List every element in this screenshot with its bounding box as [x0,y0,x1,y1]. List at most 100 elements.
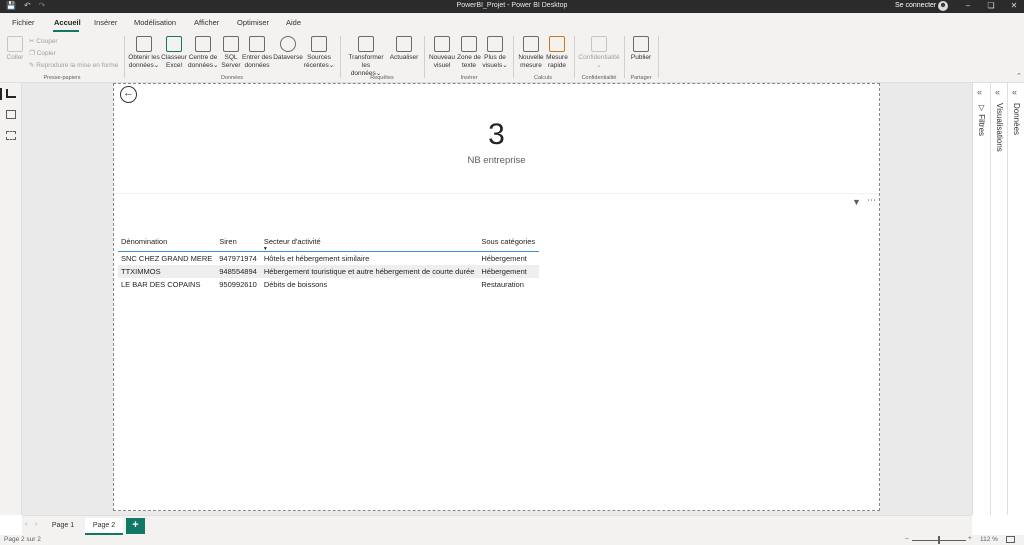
recent-sources-button[interactable]: Sources récentes⌄ [303,36,335,70]
page-tab-2[interactable]: Page 2 [85,518,123,535]
dataverse-icon [280,36,296,52]
back-button[interactable]: ← [120,86,137,103]
table-cell: TTXIMMOS [118,265,217,278]
table-cell: SNC CHEZ GRAND MERE [121,254,213,263]
quick-measure-icon [549,36,565,52]
format-painter-button[interactable]: ✎ Reproduire la mise en forme [29,61,118,69]
prev-page-icon[interactable]: ‹ [25,521,27,528]
minimize-icon[interactable]: – [962,1,974,10]
group-label-insert: Insérer [460,75,478,81]
refresh-button[interactable]: Actualiser [389,36,419,62]
data-hub-button[interactable]: Centre de données⌄ [188,36,218,70]
avatar-icon[interactable]: ☻ [938,1,948,11]
publish-button[interactable]: Publier [628,36,654,62]
recent-sources-icon [311,36,327,52]
title-bar: 💾 ↶ ↷ PowerBI_Projet - Power BI Desktop … [0,0,1024,13]
expand-visualizations-icon[interactable]: « [995,87,1000,97]
table-row[interactable]: SNC CHEZ GRAND MERE 947971974 Hôtels et … [118,252,539,266]
group-label-clipboard: Presse-papiers [43,75,81,81]
zoom-slider-thumb[interactable] [938,536,940,544]
filters-pane-label: Filtres [977,114,986,137]
collapse-ribbon-icon[interactable]: ⌃ [1016,72,1022,80]
column-header-denomination[interactable]: Dénomination [118,234,217,252]
zoom-out-icon[interactable]: – [905,535,909,542]
paste-icon [7,36,23,52]
restore-icon[interactable]: ❏ [985,1,997,10]
quick-measure-button[interactable]: Mesure rapide [545,36,569,70]
table-cell: 948554894 [216,265,261,278]
table-row[interactable]: TTXIMMOS 948554894 Hébergement touristiq… [118,265,540,278]
cut-button[interactable]: ✂ Couper [29,37,58,45]
fit-to-page-icon[interactable] [1006,536,1015,543]
excel-icon [166,36,182,52]
table-cell: Hébergement [478,265,540,278]
column-header-secteur[interactable]: Secteur d'activité ▼ [260,234,479,252]
menu-inserer[interactable]: Insérer [94,18,117,27]
data-pane[interactable]: « Données [1007,83,1024,515]
data-hub-icon [195,36,211,52]
table-grid-icon [249,36,265,52]
model-view-icon[interactable] [6,131,16,140]
status-bar: Page 2 sur 2 – + 112 % [0,535,1024,545]
copy-button[interactable]: ❐ Copier [29,49,56,57]
table-cell: Débits de boissons [263,280,328,289]
next-page-icon[interactable]: › [35,521,37,528]
close-icon[interactable]: ✕ [1008,1,1020,10]
get-data-button[interactable]: Obtenir les données⌄ [128,36,160,70]
table-cell: Hôtels et hébergement similaire [263,254,370,263]
table-cell: Hébergement touristique et autre héberge… [260,265,479,278]
table-view-icon[interactable] [6,110,16,119]
menu-optimiser[interactable]: Optimiser [237,18,269,27]
group-label-queries: Requêtes [370,75,394,81]
more-options-icon[interactable]: ⋯ [867,195,876,206]
zoom-in-icon[interactable]: + [968,535,972,542]
excel-workbook-button[interactable]: Classeur Excel [161,36,187,70]
text-box-button[interactable]: Zone de texte [456,36,482,70]
group-label-share: Partager [630,75,652,81]
column-header-siren[interactable]: Siren [216,234,261,252]
text-box-icon [461,36,477,52]
more-visuals-button[interactable]: Plus de visuels⌄ [482,36,508,70]
page-tab-1[interactable]: Page 1 [46,518,80,535]
menu-fichier[interactable]: Fichier [12,18,35,27]
new-visual-button[interactable]: Nouveau visuel [428,36,456,70]
expand-filters-icon[interactable]: « [977,87,982,97]
paste-button[interactable]: Coller [5,36,25,62]
expand-data-icon[interactable]: « [1012,87,1017,97]
table-cell: Restauration [481,280,524,289]
add-page-button[interactable]: + [126,518,145,534]
report-view-icon[interactable] [6,89,16,98]
new-measure-button[interactable]: Nouvelle mesure [516,36,546,70]
data-table: Dénomination Siren Secteur d'activité ▼ S… [118,234,540,291]
table-cell: LE BAR DES COPAINS [121,280,201,289]
right-panes: « ▽ Filtres « Visualisations « Données [972,83,1024,515]
table-cell: Hébergement [481,254,527,263]
filter-icon[interactable]: ▼ [852,197,861,207]
table-row[interactable]: LE BAR DES COPAINS 950992610 Débits de b… [118,278,539,291]
database-icon [136,36,152,52]
ribbon: Coller ✂ Couper ❐ Copier ✎ Reproduire la… [0,32,1024,83]
ribbon-divider [658,36,659,78]
dataverse-button[interactable]: Dataverse [273,36,303,62]
column-header-sous-categories[interactable]: Sous catégories [478,234,540,252]
sensitivity-button[interactable]: Confidentialité ⌄ [577,36,621,70]
view-switcher [0,83,22,515]
ribbon-divider [574,36,575,78]
group-label-sensitivity: Confidentialité [581,75,617,81]
report-page: ← 3 NB entreprise ▼ ⋯ Dénomination Siren… [113,83,880,511]
ribbon-divider [513,36,514,78]
back-arrow-icon: ← [123,87,134,99]
ribbon-divider [424,36,425,78]
menu-afficher[interactable]: Afficher [194,18,219,27]
menu-accueil[interactable]: Accueil [54,18,81,27]
visualizations-pane[interactable]: « Visualisations [990,83,1007,515]
transform-data-button[interactable]: Transformer les données⌄ [344,36,388,78]
sign-in-link[interactable]: Se connecter [895,2,936,9]
menu-modelisation[interactable]: Modélisation [134,18,176,27]
sql-server-button[interactable]: SQL Server [220,36,242,70]
enter-data-button[interactable]: Entrer des données [242,36,272,70]
page-indicator: Page 2 sur 2 [4,536,41,543]
menu-aide[interactable]: Aide [286,18,301,27]
filters-pane[interactable]: « ▽ Filtres [972,83,990,515]
calculator-icon [523,36,539,52]
